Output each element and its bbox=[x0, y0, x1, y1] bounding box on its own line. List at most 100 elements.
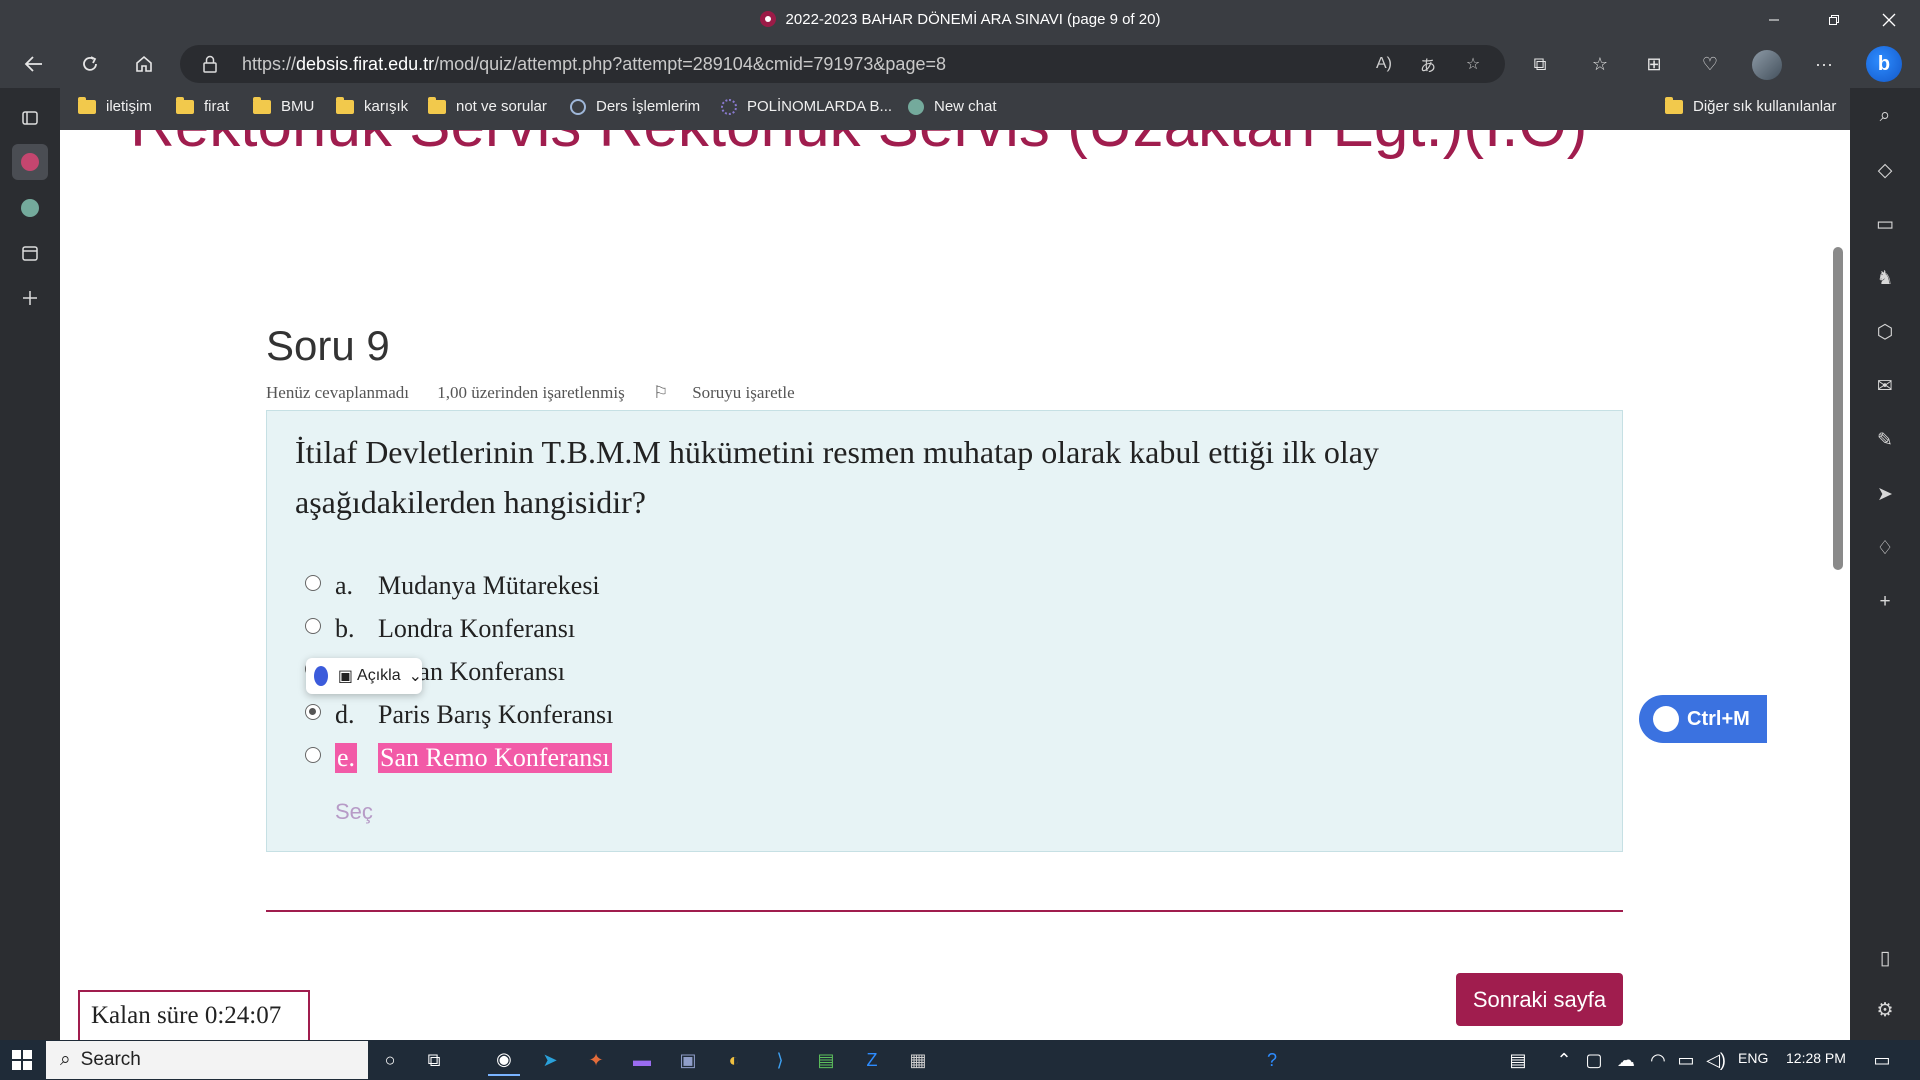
tab-calendar[interactable] bbox=[12, 235, 48, 271]
send-icon[interactable]: ➤ bbox=[1867, 476, 1903, 512]
cloud-offline-icon[interactable]: ☁ bbox=[1610, 1044, 1642, 1076]
battery-icon[interactable]: ▭ bbox=[1670, 1044, 1702, 1076]
cortana-icon[interactable]: ○ bbox=[374, 1044, 406, 1076]
time-remaining: Kalan süre 0:24:07 bbox=[78, 990, 310, 1040]
window-title-area: 2022-2023 BAHAR DÖNEMİ ARA SINAVI (page … bbox=[0, 11, 1920, 28]
bookmark-karisik[interactable]: karışık bbox=[336, 96, 408, 115]
refresh-button[interactable] bbox=[72, 46, 108, 82]
tab-actions-glyph bbox=[22, 111, 38, 125]
question-status: Henüz cevaplanmadı bbox=[266, 383, 410, 402]
bookmark-iletisim[interactable]: iletişim bbox=[78, 96, 152, 115]
restore-button[interactable] bbox=[1811, 0, 1857, 40]
collections-icon[interactable]: ⊞ bbox=[1636, 46, 1672, 82]
tab-quiz[interactable] bbox=[12, 144, 48, 180]
url-path: /mod/quiz/attempt.php?attempt=289104&cmi… bbox=[434, 54, 946, 74]
hide-sidebar-icon[interactable]: ▯ bbox=[1867, 940, 1903, 976]
favorites-icon[interactable]: ☆ bbox=[1582, 46, 1618, 82]
edge-taskbar-icon[interactable]: ◉ bbox=[488, 1044, 520, 1076]
edge-sidebar: ⌕ ◇ ▭ ♞ ⬡ ✉ ✎ ➤ ♢ + ▯ ⚙ bbox=[1850, 88, 1920, 1040]
bookmark-label: Ders İşlemlerim bbox=[596, 98, 701, 115]
calendar-icon bbox=[22, 246, 38, 261]
search-icon[interactable]: ⌕ bbox=[1867, 98, 1903, 134]
teams-icon[interactable]: ▣ bbox=[672, 1044, 704, 1076]
help-icon[interactable]: ? bbox=[1256, 1044, 1288, 1076]
read-aloud-icon[interactable]: A) bbox=[1373, 53, 1395, 75]
folder-icon bbox=[1665, 96, 1683, 114]
answer-text: San Remo Konferansı bbox=[378, 743, 612, 773]
add-sidebar-app-icon[interactable]: + bbox=[1867, 584, 1903, 620]
radio-button[interactable] bbox=[305, 747, 321, 763]
settings-gear-icon[interactable]: ⚙ bbox=[1867, 992, 1903, 1028]
radio-button-checked[interactable] bbox=[305, 704, 321, 720]
new-tab-button[interactable] bbox=[12, 280, 48, 316]
add-favorite-icon[interactable]: ☆ bbox=[1462, 53, 1484, 75]
assistant-icon[interactable] bbox=[314, 666, 328, 686]
answer-letter: a. bbox=[335, 571, 354, 600]
notepad-icon[interactable]: ▤ bbox=[810, 1044, 842, 1076]
bookmark-other-favorites[interactable]: Diğer sık kullanılanlar bbox=[1665, 96, 1836, 115]
minimize-button[interactable] bbox=[1751, 0, 1797, 40]
taskbar-search[interactable]: ⌕ Search bbox=[46, 1041, 368, 1079]
tab-actions-icon[interactable] bbox=[12, 100, 48, 136]
back-button[interactable] bbox=[16, 46, 52, 82]
bookmark-new-chat[interactable]: New chat bbox=[908, 98, 997, 115]
flag-question-link[interactable]: ⚐ Soruyu işaretle bbox=[653, 383, 819, 402]
browser-essentials-icon[interactable]: ♡ bbox=[1692, 46, 1728, 82]
tab-chatgpt[interactable] bbox=[12, 190, 48, 226]
explain-button[interactable]: Açıkla bbox=[357, 667, 401, 685]
assistant-shortcut-label: Ctrl+M bbox=[1687, 707, 1750, 730]
more-menu-icon[interactable]: ··· bbox=[1806, 46, 1842, 82]
translate-icon[interactable]: あ bbox=[1417, 53, 1439, 75]
clock[interactable]: 12:28 PM bbox=[1786, 1050, 1846, 1066]
restore-icon bbox=[1829, 15, 1839, 25]
microsoft-365-icon[interactable]: ⬡ bbox=[1867, 314, 1903, 350]
drop-icon[interactable]: ✎ bbox=[1867, 422, 1903, 458]
chrome-icon[interactable]: ◐ bbox=[718, 1044, 750, 1076]
next-page-button[interactable]: Sonraki sayfa bbox=[1456, 973, 1623, 1026]
windows-start-icon[interactable] bbox=[6, 1044, 38, 1076]
paperclip-icon bbox=[570, 98, 586, 115]
notification-center-icon[interactable]: ▭ bbox=[1866, 1044, 1898, 1076]
telegram-icon[interactable]: ➤ bbox=[534, 1044, 566, 1076]
app-icon[interactable]: ✦ bbox=[580, 1044, 612, 1076]
folder-icon bbox=[428, 96, 446, 114]
bookmark-firat[interactable]: firat bbox=[176, 96, 229, 115]
bookmark-polinomlarda[interactable]: POLİNOMLARDA B... bbox=[721, 98, 892, 115]
calculator-icon[interactable]: ▦ bbox=[902, 1044, 934, 1076]
chevron-down-icon[interactable]: ⌄ bbox=[409, 666, 422, 686]
device-icon[interactable]: ▢ bbox=[1578, 1044, 1610, 1076]
scrollbar-thumb[interactable] bbox=[1833, 247, 1843, 570]
home-icon bbox=[136, 55, 152, 72]
task-view-icon[interactable]: ⧉ bbox=[418, 1044, 450, 1076]
clear-choice-link[interactable]: Seç bbox=[335, 799, 373, 825]
close-button[interactable] bbox=[1866, 0, 1912, 40]
bookmark-ders-islemlerim[interactable]: Ders İşlemlerim bbox=[570, 98, 700, 115]
profile-avatar[interactable] bbox=[1752, 50, 1782, 80]
home-button[interactable] bbox=[126, 46, 162, 82]
outlook-icon[interactable]: ✉ bbox=[1867, 368, 1903, 404]
bookmark-not-ve-sorular[interactable]: not ve sorular bbox=[428, 96, 547, 115]
bookmark-label: BMU bbox=[281, 98, 315, 115]
extensions-icon[interactable]: ⧉ bbox=[1522, 46, 1558, 82]
bing-copilot-icon[interactable]: b bbox=[1866, 46, 1902, 82]
news-widget-icon[interactable]: ▤ bbox=[1502, 1044, 1534, 1076]
volume-icon[interactable]: ◁) bbox=[1700, 1044, 1732, 1076]
radio-button[interactable] bbox=[305, 575, 321, 591]
address-bar[interactable]: https://debsis.firat.edu.tr/mod/quiz/att… bbox=[180, 45, 1505, 83]
site-favicon-icon bbox=[759, 11, 776, 27]
games-icon[interactable]: ♞ bbox=[1867, 260, 1903, 296]
notifications-icon[interactable]: ♢ bbox=[1867, 530, 1903, 566]
zoom-icon[interactable]: Z bbox=[856, 1044, 888, 1076]
bookmark-bmu[interactable]: BMU bbox=[253, 96, 315, 115]
browser-toolbar: https://debsis.firat.edu.tr/mod/quiz/att… bbox=[0, 40, 1920, 88]
vscode-icon[interactable]: ⟩ bbox=[764, 1044, 796, 1076]
radio-button[interactable] bbox=[305, 618, 321, 634]
show-hidden-icons[interactable]: ⌃ bbox=[1548, 1044, 1580, 1076]
assistant-shortcut-button[interactable]: Ctrl+M bbox=[1639, 695, 1767, 743]
language-indicator[interactable]: ENG bbox=[1738, 1050, 1768, 1066]
tools-icon[interactable]: ▭ bbox=[1867, 206, 1903, 242]
shopping-tag-icon[interactable]: ◇ bbox=[1867, 152, 1903, 188]
video-editor-icon[interactable]: ▬ bbox=[626, 1044, 658, 1076]
bookmark-label: New chat bbox=[934, 98, 997, 115]
url-domain: debsis.firat.edu.tr bbox=[296, 54, 435, 74]
